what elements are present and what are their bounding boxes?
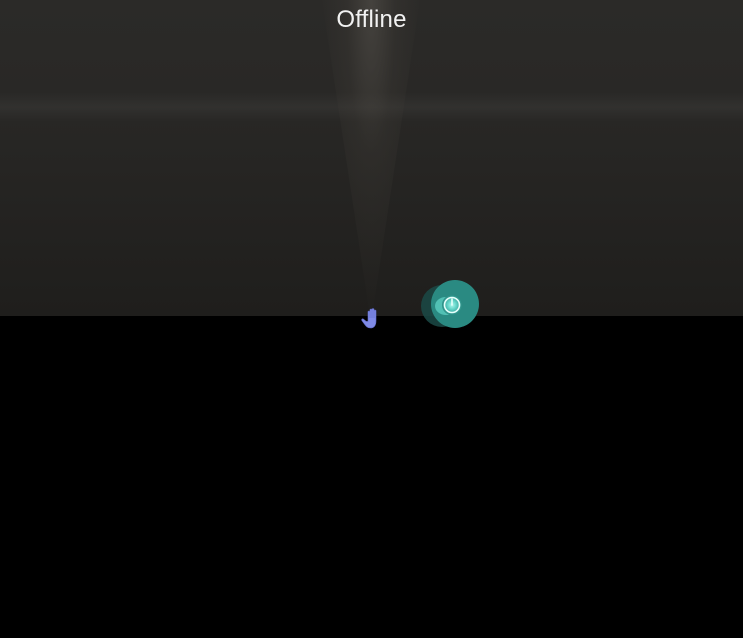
hand-pointer-icon[interactable]: [359, 305, 385, 331]
vr-viewport[interactable]: Offline: [0, 0, 743, 638]
connection-status-title: Offline: [336, 6, 407, 33]
room-floor[interactable]: [0, 316, 743, 638]
teleport-orb-icon[interactable]: [418, 278, 484, 330]
